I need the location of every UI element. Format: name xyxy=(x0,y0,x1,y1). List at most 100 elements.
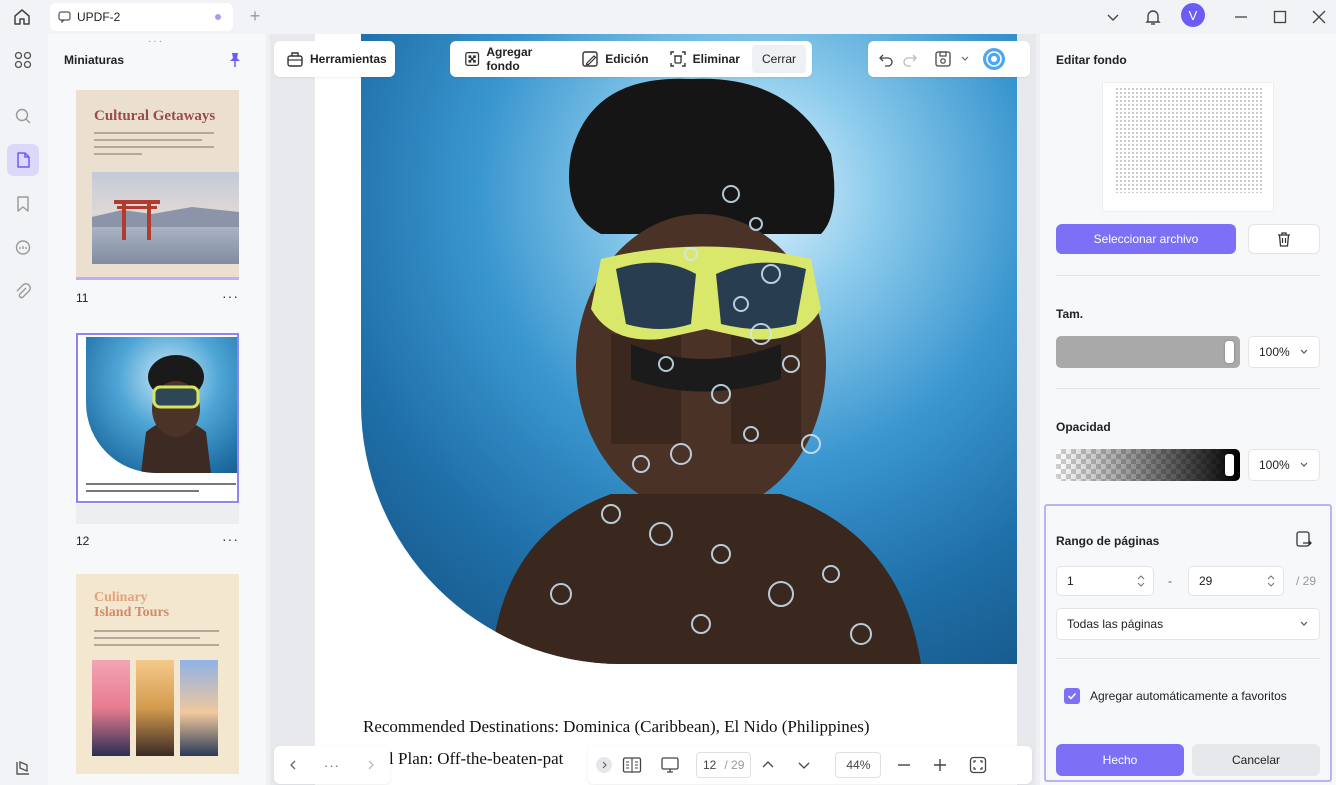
page-range-swap-icon[interactable] xyxy=(1294,530,1314,550)
fit-page-icon[interactable] xyxy=(969,756,987,774)
divider xyxy=(1056,658,1320,659)
pdf-page: Recommended Destinations: Dominica (Cari… xyxy=(315,34,1017,785)
title-bar: UPDF-2 + V xyxy=(0,0,1336,34)
chevron-down-icon xyxy=(1300,349,1308,354)
ai-assistant-icon[interactable] xyxy=(982,47,1006,71)
toolbox-icon xyxy=(287,52,303,67)
page-range-label: Rango de páginas xyxy=(1056,534,1160,548)
page-layout-icon[interactable] xyxy=(622,756,642,774)
add-background-button[interactable]: Agregar fondo xyxy=(456,45,569,73)
cancel-button[interactable]: Cancelar xyxy=(1192,744,1320,776)
document-view: Recommended Destinations: Dominica (Cari… xyxy=(270,34,1036,785)
tools-button[interactable]: Herramientas xyxy=(274,41,395,77)
underwater-photo xyxy=(361,34,1017,664)
presentation-icon[interactable] xyxy=(660,756,680,774)
favorites-label: Agregar automáticamente a favoritos xyxy=(1090,689,1287,703)
new-tab-plus-icon[interactable]: + xyxy=(244,5,266,27)
page-range-mode-dropdown[interactable]: Todas las páginas xyxy=(1056,608,1320,640)
thumbnails-panel: ··· Miniaturas Cultural Getaways 11 ··· xyxy=(48,34,266,785)
expand-arrow-icon[interactable] xyxy=(596,757,612,773)
save-icon[interactable] xyxy=(934,50,952,68)
thumbnail-text-lines xyxy=(86,483,236,492)
edit-background-button[interactable]: Edición xyxy=(573,45,656,73)
minimize-icon[interactable] xyxy=(1228,5,1254,29)
chevron-down-icon[interactable] xyxy=(1100,5,1126,29)
delete-background-button[interactable]: Eliminar xyxy=(661,45,748,73)
search-icon[interactable] xyxy=(7,100,39,132)
thumbnail-page-12[interactable] xyxy=(76,333,239,503)
stepper-icon[interactable] xyxy=(1137,574,1145,588)
zoom-level-field[interactable]: 44% xyxy=(835,752,882,778)
page-navigation-left: ··· xyxy=(274,746,390,784)
opacity-dropdown[interactable]: 100% xyxy=(1248,449,1320,481)
chevron-down-icon xyxy=(1300,621,1308,626)
page-text-line: Recommended Destinations: Dominica (Cari… xyxy=(363,717,870,736)
undo-icon[interactable] xyxy=(878,51,894,67)
edit-background-icon xyxy=(582,51,598,67)
panel-title: Editar fondo xyxy=(1056,53,1127,67)
opacity-slider[interactable] xyxy=(1056,449,1240,481)
page-range-section: Rango de páginas 1 - 29 / 29 Todas las p… xyxy=(1044,504,1332,782)
document-tab[interactable]: UPDF-2 xyxy=(50,3,233,31)
bookmark-icon[interactable] xyxy=(7,188,39,220)
apps-grid-icon[interactable] xyxy=(7,44,39,76)
size-slider[interactable] xyxy=(1056,336,1240,368)
thumbnail-heading: Culinary Island Tours xyxy=(94,590,170,620)
thumbnail-more-icon[interactable]: ··· xyxy=(222,288,239,304)
select-file-button[interactable]: Seleccionar archivo xyxy=(1056,224,1236,254)
comment-icon[interactable] xyxy=(7,232,39,264)
layers-icon[interactable] xyxy=(7,752,39,784)
size-slider-knob[interactable] xyxy=(1225,341,1234,363)
unsaved-dot xyxy=(215,14,221,20)
total-pages: / 29 xyxy=(724,758,745,772)
range-total: / 29 xyxy=(1296,574,1317,588)
thumbnail-heading: Cultural Getaways xyxy=(94,108,216,124)
thumbnail-number: 12 xyxy=(76,534,90,548)
page-number-field[interactable]: 12 / 29 xyxy=(696,752,752,778)
done-button[interactable]: Hecho xyxy=(1056,744,1184,776)
panel-drag-handle[interactable]: ··· xyxy=(148,36,164,47)
more-icon[interactable]: ··· xyxy=(324,758,340,773)
favorites-option[interactable]: Agregar automáticamente a favoritos xyxy=(1064,688,1287,704)
attachment-icon[interactable] xyxy=(7,276,39,308)
range-to-input[interactable]: 29 xyxy=(1188,566,1284,596)
avatar[interactable]: V xyxy=(1181,3,1205,27)
page-navigation-bar: 12 / 29 44% xyxy=(588,746,1032,784)
redo-icon[interactable] xyxy=(902,51,918,67)
thumbnail-more-icon[interactable]: ··· xyxy=(222,531,239,547)
range-from-input[interactable]: 1 xyxy=(1056,566,1154,596)
thumbnail-photo-beach xyxy=(136,660,174,756)
save-options-chevron-icon[interactable] xyxy=(960,54,970,64)
close-window-icon[interactable] xyxy=(1306,5,1332,29)
home-icon[interactable] xyxy=(8,5,36,29)
thumbnail-shadow xyxy=(76,504,239,524)
previous-icon[interactable] xyxy=(287,759,299,771)
stepper-icon[interactable] xyxy=(1267,574,1275,588)
opacity-slider-knob[interactable] xyxy=(1225,454,1234,476)
thumbnail-number: 11 xyxy=(76,291,89,305)
check-icon xyxy=(1067,692,1077,700)
quick-actions-toolbar xyxy=(868,41,1030,77)
page-text-line: vel Plan: Off-the-beaten-pat xyxy=(373,749,564,768)
delete-file-button[interactable] xyxy=(1248,224,1320,254)
thumbnail-page-13[interactable]: Culinary Island Tours xyxy=(76,574,239,774)
next-icon[interactable] xyxy=(365,759,377,771)
tab-title: UPDF-2 xyxy=(77,10,121,24)
favorites-checkbox[interactable] xyxy=(1064,688,1080,704)
thumbnails-icon[interactable] xyxy=(7,144,39,176)
page-up-icon[interactable] xyxy=(761,758,775,772)
bell-icon[interactable] xyxy=(1140,5,1166,29)
zoom-in-icon[interactable] xyxy=(933,758,947,772)
pin-icon[interactable] xyxy=(226,51,244,69)
preview-pattern xyxy=(1115,87,1263,193)
thumbnail-photo-sunset xyxy=(92,660,130,756)
size-dropdown[interactable]: 100% xyxy=(1248,336,1320,368)
zoom-out-icon[interactable] xyxy=(897,758,911,772)
trash-icon xyxy=(1278,232,1290,247)
thumbnail-page-11[interactable]: Cultural Getaways xyxy=(76,90,239,280)
thumbnail-image xyxy=(92,172,239,264)
maximize-icon[interactable] xyxy=(1267,5,1293,29)
current-page: 12 xyxy=(703,758,717,772)
page-down-icon[interactable] xyxy=(797,758,811,772)
close-toolbar-button[interactable]: Cerrar xyxy=(751,45,806,73)
